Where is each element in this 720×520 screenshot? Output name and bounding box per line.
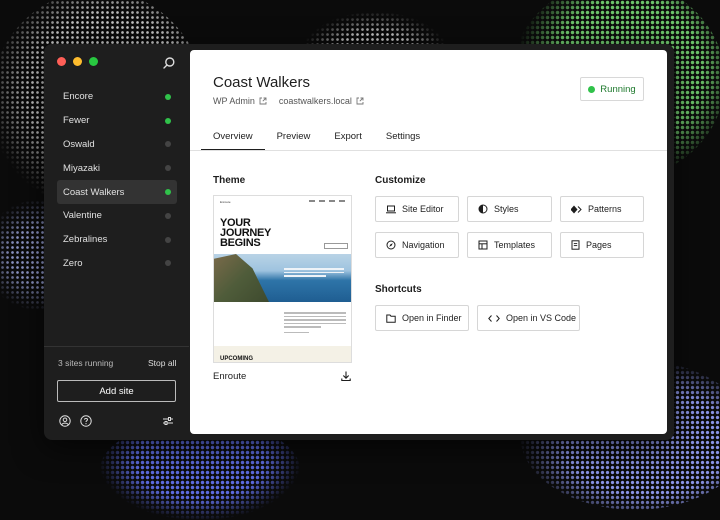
theme-heading: Theme <box>213 175 246 186</box>
stopped-status-dot[interactable] <box>165 212 171 219</box>
page-icon <box>571 240 580 250</box>
site-name: Fewer <box>63 115 90 127</box>
site-domain-label: coastwalkers.local <box>278 96 352 106</box>
site-details-panel: Coast Walkers WP Admin coastwalkers.loca… <box>190 50 667 434</box>
site-name: Zebralines <box>63 234 108 246</box>
site-editor-button[interactable]: Site Editor <box>375 196 459 222</box>
tab-settings[interactable]: Settings <box>374 130 432 150</box>
site-domain-link[interactable]: coastwalkers.local <box>279 96 364 106</box>
sidebar: Encore Fewer Oswald Miyazaki Coast Walkers Va… <box>44 44 189 440</box>
pages-button[interactable]: Pages <box>560 232 644 258</box>
site-name: Encore <box>63 91 94 103</box>
thumbnail-brand: Enroute <box>220 200 231 204</box>
stop-all-button[interactable]: Stop all <box>148 358 176 368</box>
site-list-item[interactable]: Encore <box>57 85 177 109</box>
maximize-window-button[interactable] <box>89 57 98 66</box>
user-icon[interactable] <box>59 415 71 427</box>
settings-sliders-icon[interactable] <box>162 415 174 427</box>
wp-admin-link[interactable]: WP Admin <box>213 96 267 106</box>
site-title: Coast Walkers <box>213 74 310 91</box>
thumbnail-photo-text <box>284 268 344 279</box>
thumbnail-nav <box>309 200 345 202</box>
stopped-status-dot[interactable] <box>165 260 171 267</box>
minimize-window-button[interactable] <box>73 57 82 66</box>
shortcuts-heading: Shortcuts <box>375 284 422 295</box>
compass-icon <box>386 240 396 250</box>
running-status-dot[interactable] <box>165 189 171 196</box>
running-status-dot[interactable] <box>165 93 171 100</box>
tab-export[interactable]: Export <box>322 130 373 150</box>
theme-name: Enroute <box>213 371 247 382</box>
external-link-icon <box>356 97 364 105</box>
tab-overview[interactable]: Overview <box>201 130 265 151</box>
site-name: Coast Walkers <box>63 186 125 198</box>
help-icon[interactable] <box>80 415 92 427</box>
site-list-item[interactable]: Zebralines <box>57 228 177 252</box>
add-site-button[interactable]: Add site <box>57 380 176 402</box>
styles-label: Styles <box>494 204 519 214</box>
app-window: Encore Fewer Oswald Miyazaki Coast Walkers Va… <box>44 44 674 440</box>
thumbnail-body-text <box>284 312 346 335</box>
sidebar-divider <box>44 346 189 347</box>
stopped-status-dot[interactable] <box>165 236 171 243</box>
site-list-item[interactable]: Zero <box>57 252 177 276</box>
site-name: Valentine <box>63 210 102 222</box>
patterns-label: Patterns <box>588 204 622 214</box>
code-icon <box>488 314 500 322</box>
customize-heading: Customize <box>375 175 426 186</box>
site-list-item[interactable]: Coast Walkers <box>57 180 177 204</box>
wp-admin-label: WP Admin <box>213 96 255 106</box>
site-name: Zero <box>63 257 83 269</box>
window-controls <box>57 57 98 66</box>
site-list: Encore Fewer Oswald Miyazaki Coast Walkers Va… <box>57 85 177 275</box>
close-window-button[interactable] <box>57 57 66 66</box>
patterns-button[interactable]: Patterns <box>560 196 644 222</box>
running-status-dot[interactable] <box>165 117 171 124</box>
templates-button[interactable]: Templates <box>467 232 552 258</box>
theme-thumbnail[interactable]: Enroute YOUR JOURNEY BEGINS UPCOMING <box>213 195 352 363</box>
site-name: Miyazaki <box>63 162 100 174</box>
download-icon[interactable] <box>340 370 352 382</box>
folder-icon <box>386 314 396 323</box>
open-in-finder-button[interactable]: Open in Finder <box>375 305 469 331</box>
contrast-icon <box>478 204 488 214</box>
templates-label: Templates <box>494 240 536 250</box>
thumbnail-footer-text: UPCOMING <box>220 356 253 362</box>
navigation-button[interactable]: Navigation <box>375 232 459 258</box>
styles-button[interactable]: Styles <box>467 196 552 222</box>
search-icon[interactable] <box>162 56 176 70</box>
status-dot <box>588 85 596 93</box>
open-in-finder-label: Open in Finder <box>402 313 462 323</box>
site-list-item[interactable]: Valentine <box>57 204 177 228</box>
external-link-icon <box>259 97 267 105</box>
pages-label: Pages <box>586 240 612 250</box>
site-name: Oswald <box>63 138 95 150</box>
status-badge[interactable]: Running <box>580 77 644 101</box>
tab-bar: Overview Preview Export Settings <box>201 130 667 152</box>
sites-running-count: 3 sites running <box>58 358 114 368</box>
thumbnail-heading: YOUR JOURNEY BEGINS <box>220 217 271 249</box>
tab-divider <box>190 150 667 151</box>
navigation-label: Navigation <box>402 240 445 250</box>
thumbnail-button <box>324 243 348 249</box>
site-editor-label: Site Editor <box>402 204 444 214</box>
open-in-vscode-button[interactable]: Open in VS Code <box>477 305 580 331</box>
site-list-item[interactable]: Miyazaki <box>57 156 177 180</box>
site-list-item[interactable]: Fewer <box>57 109 177 133</box>
site-links: WP Admin coastwalkers.local <box>213 96 364 106</box>
tab-preview[interactable]: Preview <box>265 130 323 150</box>
open-in-vscode-label: Open in VS Code <box>506 313 577 323</box>
status-label: Running <box>600 83 636 95</box>
site-list-item[interactable]: Oswald <box>57 133 177 157</box>
patterns-icon <box>571 205 582 213</box>
laptop-icon <box>386 205 396 213</box>
templates-icon <box>478 240 488 250</box>
stopped-status-dot[interactable] <box>165 141 171 148</box>
stopped-status-dot[interactable] <box>165 165 171 172</box>
